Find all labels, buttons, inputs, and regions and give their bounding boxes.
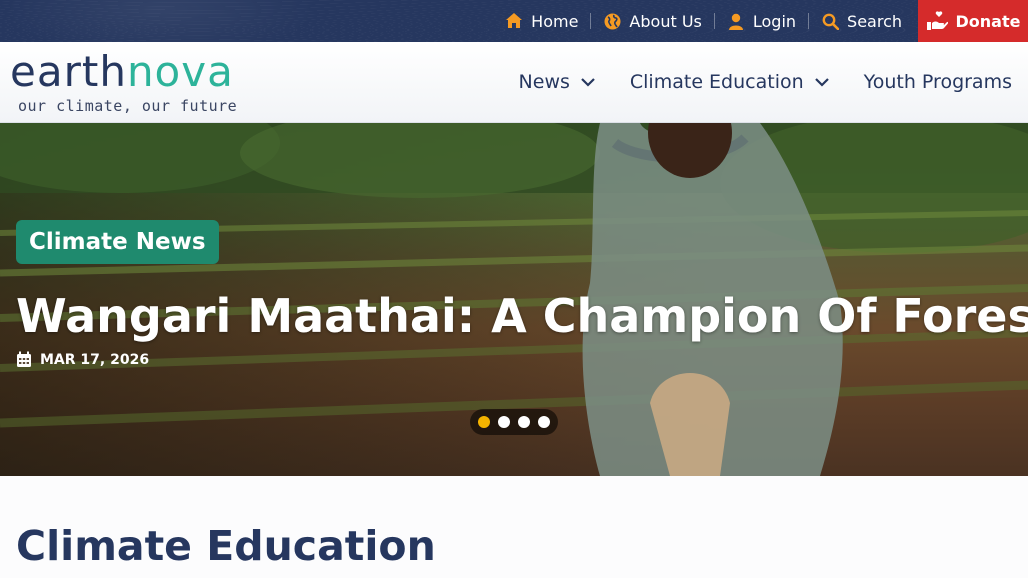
search-icon <box>821 12 839 30</box>
nav-item-climate-education[interactable]: Climate Education <box>630 71 830 93</box>
utility-bar: Home About Us Login Search Donate <box>0 0 1028 42</box>
main-nav: News Climate Education Youth Programs <box>485 42 1012 122</box>
search-link-label: Search <box>847 11 902 31</box>
donate-button-label: Donate <box>955 11 1021 31</box>
hero-title[interactable]: Wangari Maathai: A Champion Of Forests <box>16 286 1028 346</box>
about-us-link-label: About Us <box>629 11 702 31</box>
logo-tagline: our climate, our future <box>18 97 238 115</box>
calendar-icon <box>16 351 32 368</box>
slider-dot-2[interactable] <box>498 416 510 428</box>
about-us-link[interactable]: About Us <box>591 0 713 42</box>
hero-date: MAR 17, 2026 <box>16 351 149 368</box>
category-badge[interactable]: Climate News <box>16 220 219 264</box>
home-link[interactable]: Home <box>493 0 590 42</box>
nav-item-news[interactable]: News <box>519 71 596 93</box>
logo-wordmark-part1: earth <box>10 47 127 96</box>
home-icon <box>505 12 523 30</box>
hero-date-text: MAR 17, 2026 <box>40 351 150 368</box>
hero-slider[interactable]: Climate News Wangari Maathai: A Champion… <box>0 123 1028 476</box>
site-logo[interactable]: earthnova our climate, our future <box>10 48 237 116</box>
logo-wordmark: earthnova <box>10 48 234 96</box>
slider-dot-1[interactable] <box>478 416 490 428</box>
nav-item-youth-programs[interactable]: Youth Programs <box>864 71 1012 93</box>
slider-dot-3[interactable] <box>518 416 530 428</box>
slider-pagination <box>470 409 558 435</box>
section-title: Climate Education <box>16 522 436 570</box>
user-icon <box>727 12 745 30</box>
nav-item-label: News <box>518 71 570 93</box>
globe-icon <box>603 12 621 30</box>
site-header: earthnova our climate, our future News C… <box>0 42 1028 123</box>
chevron-down-icon <box>814 74 830 90</box>
login-link-label: Login <box>752 11 797 31</box>
login-link[interactable]: Login <box>715 0 808 42</box>
home-link-label: Home <box>531 11 579 31</box>
heart-hand-icon <box>926 11 948 31</box>
logo-wordmark-part2: nova <box>126 47 234 96</box>
donate-button[interactable]: Donate <box>918 0 1028 42</box>
nav-item-label: Youth Programs <box>863 71 1012 93</box>
climate-education-section: Climate Education <box>0 476 1028 578</box>
chevron-down-icon <box>580 74 596 90</box>
nav-item-label: Climate Education <box>629 71 804 93</box>
search-link[interactable]: Search <box>809 0 914 42</box>
slider-dot-4[interactable] <box>538 416 550 428</box>
